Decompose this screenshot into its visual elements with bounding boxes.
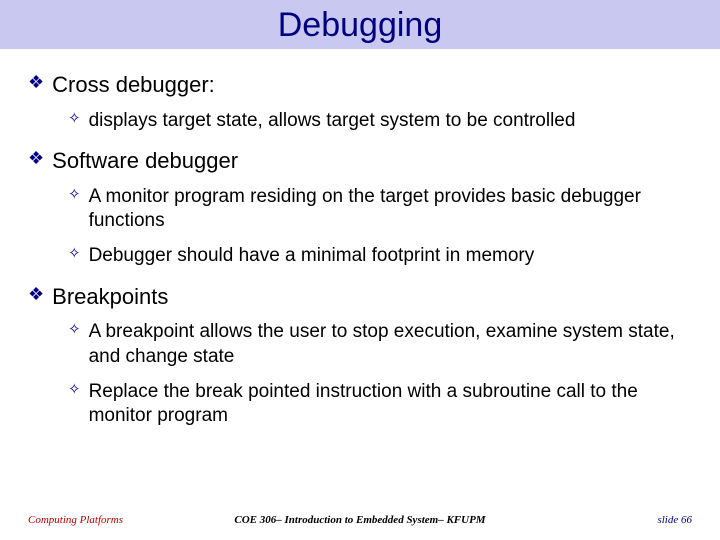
slide-content: ❖ Cross debugger: ✧ displays target stat… bbox=[0, 49, 720, 429]
list-item: ✧ Debugger should have a minimal footpri… bbox=[68, 244, 700, 269]
bullet-text: Cross debugger: bbox=[52, 71, 215, 99]
list-item: ❖ Software debugger bbox=[28, 147, 700, 175]
list-item: ❖ Breakpoints bbox=[28, 283, 700, 311]
diamond-sub-bullet-icon: ✧ bbox=[68, 185, 81, 205]
list-item: ✧ displays target state, allows target s… bbox=[68, 109, 700, 134]
bullet-text: A breakpoint allows the user to stop exe… bbox=[89, 320, 684, 369]
bullet-text: displays target state, allows target sys… bbox=[89, 109, 576, 134]
list-item: ✧ Replace the break pointed instruction … bbox=[68, 380, 700, 429]
footer-center: COE 306– Introduction to Embedded System… bbox=[223, 514, 496, 526]
bullet-text: Software debugger bbox=[52, 147, 238, 175]
list-item: ✧ A breakpoint allows the user to stop e… bbox=[68, 320, 700, 369]
diamond-bullet-icon: ❖ bbox=[28, 283, 44, 306]
slide-footer: Computing Platforms COE 306– Introductio… bbox=[0, 514, 720, 526]
bullet-text: A monitor program residing on the target… bbox=[89, 185, 684, 234]
diamond-sub-bullet-icon: ✧ bbox=[68, 109, 81, 129]
bullet-text: Breakpoints bbox=[52, 283, 168, 311]
diamond-bullet-icon: ❖ bbox=[28, 71, 44, 94]
diamond-sub-bullet-icon: ✧ bbox=[68, 320, 81, 340]
bullet-text: Debugger should have a minimal footprint… bbox=[89, 244, 535, 269]
footer-left: Computing Platforms bbox=[0, 514, 223, 526]
footer-right: slide 66 bbox=[497, 514, 720, 526]
slide-title: Debugging bbox=[0, 6, 720, 45]
diamond-bullet-icon: ❖ bbox=[28, 147, 44, 170]
title-bar: Debugging bbox=[0, 0, 720, 49]
diamond-sub-bullet-icon: ✧ bbox=[68, 380, 81, 400]
diamond-sub-bullet-icon: ✧ bbox=[68, 244, 81, 264]
list-item: ❖ Cross debugger: bbox=[28, 71, 700, 99]
list-item: ✧ A monitor program residing on the targ… bbox=[68, 185, 700, 234]
bullet-text: Replace the break pointed instruction wi… bbox=[89, 380, 684, 429]
